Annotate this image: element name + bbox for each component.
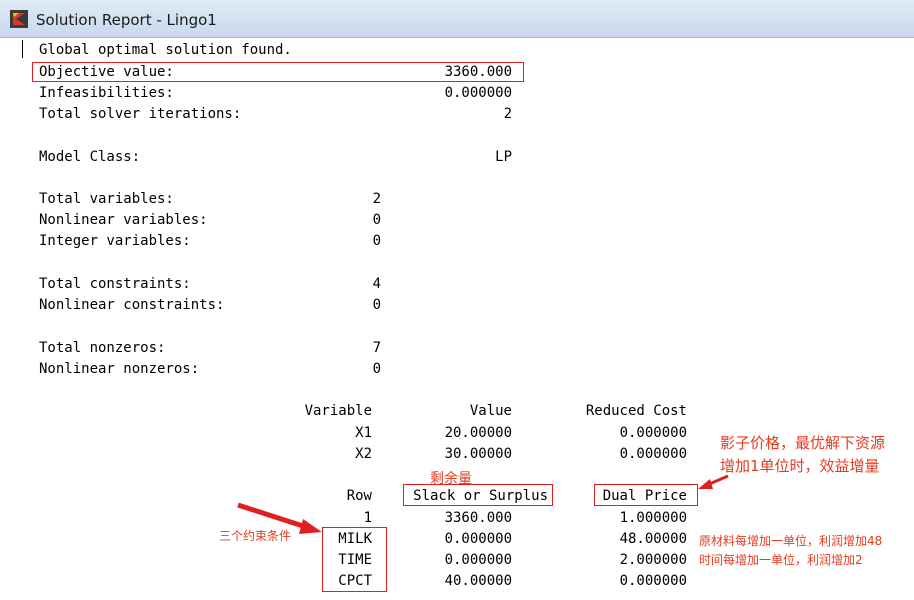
arrow-to-dual-price <box>698 474 729 489</box>
arrow-to-constraints <box>237 502 322 534</box>
annotation-arrows <box>237 474 729 534</box>
